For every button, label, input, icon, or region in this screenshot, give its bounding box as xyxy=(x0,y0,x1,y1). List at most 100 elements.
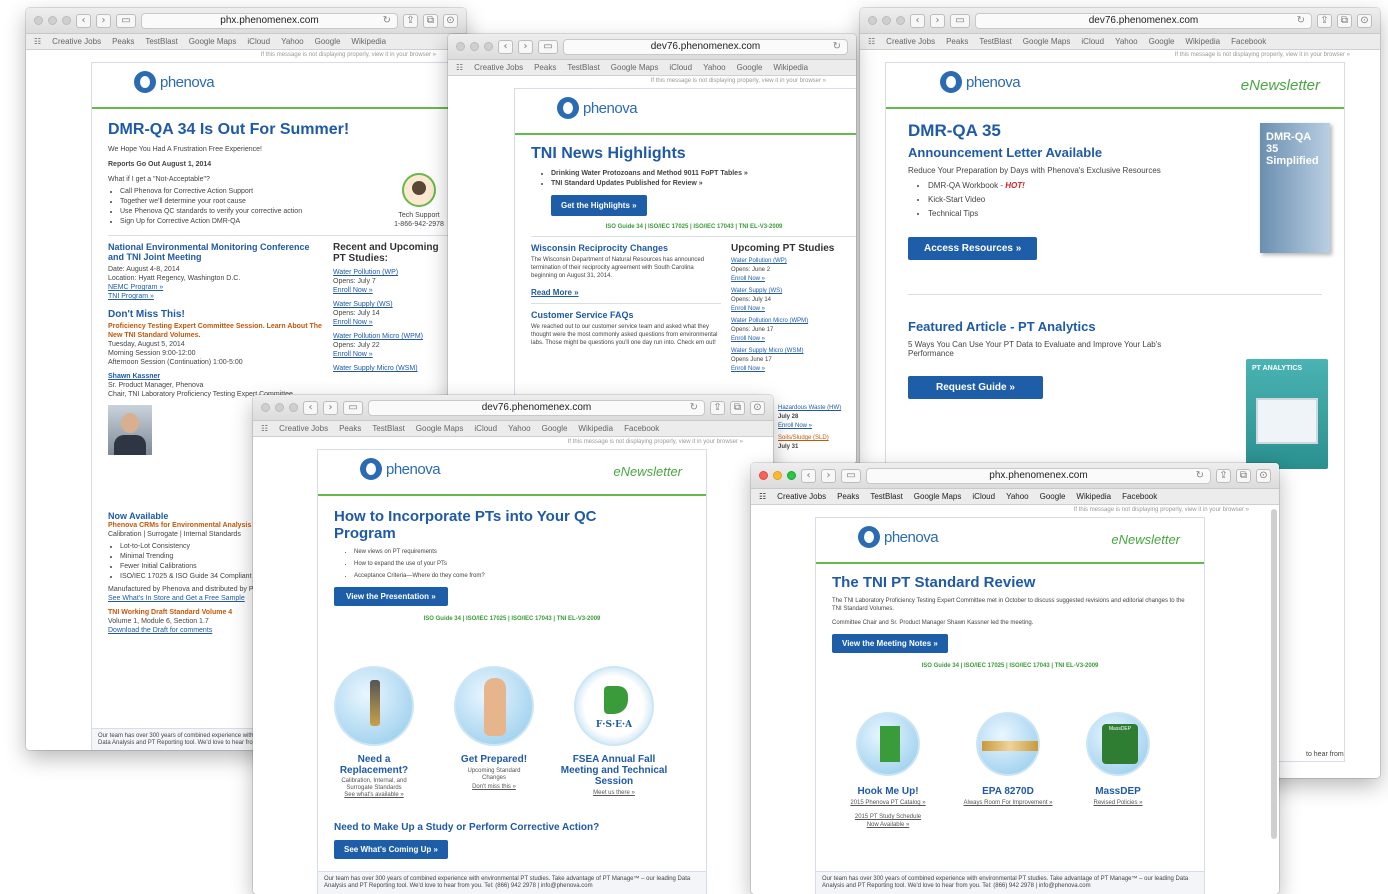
bookmark-item[interactable]: Wikipedia xyxy=(351,37,386,46)
bookmark-item[interactable]: Google xyxy=(315,37,341,46)
bookmark-item[interactable]: Facebook xyxy=(624,424,659,433)
list-item[interactable]: Drinking Water Protozoans and Method 901… xyxy=(551,169,856,179)
study-name-link[interactable]: Water Pollution Micro (WPM) xyxy=(333,332,454,341)
prepared-link[interactable]: Don't miss this » xyxy=(458,784,530,791)
study-name-link[interactable]: Soils/Sludge (SLD) xyxy=(778,434,858,443)
reload-icon[interactable]: ↻ xyxy=(383,14,391,28)
browser-note[interactable]: If this message is not displaying proper… xyxy=(253,437,773,445)
bookmark-item[interactable]: Google Maps xyxy=(416,424,464,433)
bookmark-item[interactable]: Google xyxy=(1149,37,1175,46)
read-more-link[interactable]: Read More » xyxy=(531,288,721,297)
close-icon[interactable] xyxy=(868,16,877,25)
download-icon[interactable]: ⊙ xyxy=(1256,468,1271,483)
bookmark-item[interactable]: Creative Jobs xyxy=(777,492,826,501)
browser-note[interactable]: If this message is not displaying proper… xyxy=(751,505,1279,513)
bookmark-item[interactable]: Yahoo xyxy=(1006,492,1029,501)
bookmarks-grid-icon[interactable]: ☷ xyxy=(261,424,268,433)
browser-window-incorporate-pts[interactable]: ‹ › ▭ dev76.phenomenex.com ↻ ⇪ ⧉ ⊙ ☷ Creativ… xyxy=(253,395,773,894)
tabs-icon[interactable]: ⧉ xyxy=(1236,468,1251,483)
address-bar[interactable]: dev76.phenomenex.com ↻ xyxy=(563,38,848,55)
study-name-link[interactable]: Water Pollution (WP) xyxy=(731,257,856,266)
bookmark-item[interactable]: iCloud xyxy=(474,424,497,433)
bookmark-item[interactable]: Yahoo xyxy=(508,424,531,433)
minimize-icon[interactable] xyxy=(773,471,782,480)
enroll-link[interactable]: Enroll Now » xyxy=(731,305,856,314)
bookmark-item[interactable]: TestBlast xyxy=(870,492,902,501)
study-schedule-link[interactable]: 2015 PT Study Schedule xyxy=(830,814,946,821)
enroll-link[interactable]: Enroll Now » xyxy=(333,286,454,295)
back-icon[interactable]: ‹ xyxy=(801,468,816,483)
zoom-icon[interactable] xyxy=(62,16,71,25)
forward-icon[interactable]: › xyxy=(518,39,533,54)
reload-icon[interactable]: ↻ xyxy=(1196,469,1204,483)
address-bar[interactable]: dev76.phenomenex.com ↻ xyxy=(975,12,1312,29)
bookmarks-grid-icon[interactable]: ☷ xyxy=(868,37,875,46)
bookmark-item[interactable]: Yahoo xyxy=(1115,37,1138,46)
bookmark-item[interactable]: Creative Jobs xyxy=(279,424,328,433)
minimize-icon[interactable] xyxy=(275,403,284,412)
bookmark-item[interactable]: Facebook xyxy=(1231,37,1266,46)
request-guide-button[interactable]: Request Guide » xyxy=(908,376,1043,399)
study-name-link[interactable]: Water Supply Micro (WSM) xyxy=(731,347,856,356)
list-item[interactable]: TNI Standard Updates Published for Revie… xyxy=(551,179,856,189)
share-icon[interactable]: ⇪ xyxy=(1216,468,1231,483)
back-icon[interactable]: ‹ xyxy=(498,39,513,54)
bookmark-item[interactable]: Google Maps xyxy=(914,492,962,501)
bookmark-item[interactable]: Creative Jobs xyxy=(886,37,935,46)
reload-icon[interactable]: ↻ xyxy=(1297,14,1305,28)
share-icon[interactable]: ⇪ xyxy=(403,13,418,28)
bookmark-item[interactable]: iCloud xyxy=(247,37,270,46)
study-name-link[interactable]: Water Pollution (WP) xyxy=(333,268,454,277)
study-name-link[interactable]: Hazardous Waste (HW) xyxy=(778,404,858,413)
tni-program-link[interactable]: TNI Program » xyxy=(108,292,323,301)
sidebar-icon[interactable]: ▭ xyxy=(950,13,970,28)
bookmark-item[interactable]: Facebook xyxy=(1122,492,1157,501)
bookmark-item[interactable]: iCloud xyxy=(669,63,692,72)
forward-icon[interactable]: › xyxy=(96,13,111,28)
browser-note[interactable]: If this message is not displaying proper… xyxy=(860,50,1380,58)
bookmark-item[interactable]: Peaks xyxy=(946,37,968,46)
minimize-icon[interactable] xyxy=(470,42,479,51)
browser-note[interactable]: If this message is not displaying proper… xyxy=(26,50,466,58)
forward-icon[interactable]: › xyxy=(323,400,338,415)
enroll-link[interactable]: Enroll Now » xyxy=(731,335,856,344)
bookmark-item[interactable]: TestBlast xyxy=(567,63,599,72)
bookmark-item[interactable]: Wikipedia xyxy=(1076,492,1111,501)
study-schedule-link-2[interactable]: Now Available » xyxy=(830,822,946,829)
download-icon[interactable]: ⊙ xyxy=(1357,13,1372,28)
study-name-link[interactable]: Water Pollution Micro (WPM) xyxy=(731,317,856,326)
reload-icon[interactable]: ↻ xyxy=(690,401,698,415)
close-icon[interactable] xyxy=(34,16,43,25)
bookmark-item[interactable]: Google Maps xyxy=(1023,37,1071,46)
enroll-link[interactable]: Enroll Now » xyxy=(333,350,454,359)
tabs-icon[interactable]: ⧉ xyxy=(1337,13,1352,28)
bookmark-item[interactable]: Google xyxy=(1040,492,1066,501)
address-bar[interactable]: phx.phenomenex.com ↻ xyxy=(141,12,398,29)
address-bar[interactable]: phx.phenomenex.com ↻ xyxy=(866,467,1211,484)
bookmark-item[interactable]: Yahoo xyxy=(281,37,304,46)
catalog-link[interactable]: 2015 Phenova PT Catalog » xyxy=(830,800,946,807)
view-meeting-notes-button[interactable]: View the Meeting Notes » xyxy=(832,634,948,653)
bookmark-item[interactable]: Google Maps xyxy=(189,37,237,46)
browser-note[interactable]: If this message is not displaying proper… xyxy=(448,76,856,84)
bookmarks-grid-icon[interactable]: ☷ xyxy=(759,492,766,501)
bookmark-item[interactable]: Peaks xyxy=(534,63,556,72)
access-resources-button[interactable]: Access Resources » xyxy=(908,237,1038,260)
close-icon[interactable] xyxy=(759,471,768,480)
browser-window-tni-pt-review[interactable]: ‹ › ▭ phx.phenomenex.com ↻ ⇪ ⧉ ⊙ ☷ Creative … xyxy=(751,463,1279,894)
tabs-icon[interactable]: ⧉ xyxy=(730,400,745,415)
download-icon[interactable]: ⊙ xyxy=(443,13,458,28)
zoom-icon[interactable] xyxy=(896,16,905,25)
bookmark-item[interactable]: iCloud xyxy=(972,492,995,501)
bookmark-item[interactable]: Peaks xyxy=(112,37,134,46)
bookmark-item[interactable]: Creative Jobs xyxy=(52,37,101,46)
epa-link[interactable]: Always Room For Improvement » xyxy=(952,800,1064,807)
back-icon[interactable]: ‹ xyxy=(910,13,925,28)
enroll-link[interactable]: Enroll Now » xyxy=(731,275,856,284)
bookmark-item[interactable]: Google xyxy=(737,63,763,72)
forward-icon[interactable]: › xyxy=(821,468,836,483)
bookmark-item[interactable]: TestBlast xyxy=(979,37,1011,46)
nemc-program-link[interactable]: NEMC Program » xyxy=(108,283,323,292)
bookmark-item[interactable]: Yahoo xyxy=(703,63,726,72)
sidebar-icon[interactable]: ▭ xyxy=(343,400,363,415)
